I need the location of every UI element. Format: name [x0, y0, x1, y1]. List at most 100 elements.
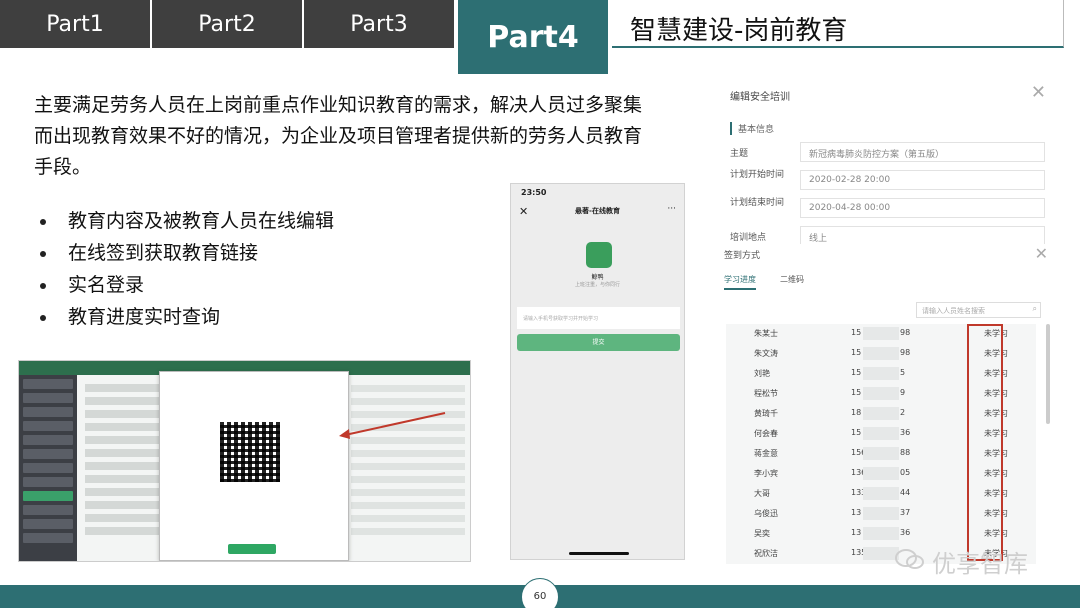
section-title: 基本信息: [730, 122, 774, 135]
masked-phone: [863, 467, 899, 480]
phone-suffix: 44: [900, 488, 911, 497]
phone-navbar: ✕ 悬著-在线教育 ···: [511, 202, 684, 224]
search-input[interactable]: 请输入人员姓名搜索 ⌕: [916, 302, 1041, 318]
phone-suffix: 2: [900, 408, 906, 417]
status-highlight-box: [967, 324, 1003, 561]
tab-part3[interactable]: Part3: [304, 0, 454, 48]
feature-item: 教育进度实时查询: [40, 301, 334, 333]
page-number: 60: [521, 578, 559, 608]
phone-title: 悬著-在线教育: [575, 207, 620, 215]
web-content-list: [81, 379, 171, 559]
search-icon[interactable]: ⌕: [1033, 304, 1037, 314]
submit-button[interactable]: 提交: [517, 334, 680, 351]
person-name: 吴奕: [754, 529, 770, 538]
masked-phone: [863, 527, 899, 540]
page-title: 智慧建设-岗前教育: [630, 16, 848, 46]
field-label: 计划开始时间: [730, 170, 785, 180]
arrow-icon: [339, 412, 446, 439]
phone-prefix: 15: [851, 428, 862, 437]
web-sidebar: [19, 375, 77, 561]
phone-prefix: 18: [851, 408, 862, 417]
person-name: 朱文涛: [754, 349, 778, 358]
masked-phone: [863, 547, 899, 560]
person-name: 何会春: [754, 429, 778, 438]
qr-code-modal: [159, 371, 349, 561]
person-name: 大哥: [754, 489, 770, 498]
more-icon[interactable]: ···: [667, 204, 676, 214]
web-platform-screenshot: [18, 360, 471, 562]
person-name: 乌俊迅: [754, 509, 778, 518]
phone-prefix: 15: [851, 348, 862, 357]
phone-number-input[interactable]: 请输入手机号获取学习并开始学习: [517, 307, 680, 329]
home-indicator: [569, 552, 629, 555]
masked-phone: [863, 367, 899, 380]
phone-suffix: 36: [900, 528, 911, 537]
phone-prefix: 13: [851, 528, 862, 537]
feature-text: 在线签到获取教育链接: [68, 242, 259, 264]
web-table: [349, 379, 467, 559]
wechat-icon: [895, 549, 924, 569]
tab-qrcode[interactable]: 二维码: [780, 274, 804, 285]
feature-item: 在线签到获取教育链接: [40, 237, 334, 269]
phone-suffix: 9: [900, 388, 906, 397]
tab-part2[interactable]: Part2: [152, 0, 302, 48]
tab-part1[interactable]: Part1: [0, 0, 150, 48]
close-icon[interactable]: ✕: [1031, 82, 1046, 103]
masked-phone: [863, 387, 899, 400]
app-subtitle: 上班注重，与你同行: [574, 282, 620, 288]
title-box: 智慧建设-岗前教育: [612, 0, 1064, 48]
person-name: 黄琦千: [754, 409, 778, 418]
bullet-icon: [40, 218, 46, 225]
tab-part4[interactable]: Part4: [458, 0, 608, 74]
person-name: 程松节: [754, 389, 778, 398]
location-field[interactable]: 线上: [800, 226, 1045, 246]
phone-suffix: 98: [900, 328, 911, 337]
masked-phone: [863, 507, 899, 520]
phone-prefix: 15: [851, 368, 862, 377]
scrollbar[interactable]: [1046, 324, 1050, 424]
phone-suffix: 36: [900, 428, 911, 437]
signin-panel: 签到方式 ✕ 学习进度 二维码 请输入人员姓名搜索 ⌕ 朱某士 15 98 未学…: [716, 244, 1054, 564]
phone-suffix: 88: [900, 448, 911, 457]
person-name: 蒋金意: [754, 449, 778, 458]
start-time-field[interactable]: 2020-02-28 20:00: [800, 170, 1045, 190]
part-tabs: Part1 Part2 Part3 Part4: [0, 0, 610, 74]
bullet-icon: [40, 314, 46, 321]
dialog-title: 编辑安全培训: [730, 92, 790, 103]
person-name: 李小宾: [754, 469, 778, 478]
masked-phone: [863, 327, 899, 340]
masked-phone: [863, 407, 899, 420]
phone-suffix: 5: [900, 368, 906, 377]
phone-time: 23:50: [521, 188, 547, 197]
phone-suffix: 98: [900, 348, 911, 357]
close-icon[interactable]: ✕: [1035, 244, 1048, 263]
app-logo-icon: [586, 242, 612, 268]
masked-phone: [863, 347, 899, 360]
signin-title: 签到方式: [724, 251, 761, 261]
watermark-text: 优享智库: [932, 550, 1028, 578]
field-label: 主题: [730, 149, 749, 159]
bullet-icon: [40, 250, 46, 257]
phone-suffix: 37: [900, 508, 911, 517]
phone-prefix: 15: [851, 388, 862, 397]
theme-field[interactable]: 新冠病毒肺炎防控方案（第五版）: [800, 142, 1045, 162]
field-label: 培训地点: [730, 233, 767, 243]
modal-confirm-button[interactable]: [228, 544, 276, 554]
masked-phone: [863, 427, 899, 440]
phone-suffix: 05: [900, 468, 911, 477]
person-name: 朱某士: [754, 329, 778, 338]
app-name: 鲸鸭: [591, 274, 604, 281]
feature-text: 教育进度实时查询: [68, 306, 221, 328]
edit-training-dialog: 编辑安全培训 ✕ 基本信息 主题 新冠病毒肺炎防控方案（第五版） 计划开始时间 …: [716, 78, 1054, 248]
bullet-icon: [40, 282, 46, 289]
feature-text: 教育内容及被教育人员在线编辑: [68, 210, 335, 232]
search-placeholder: 请输入人员姓名搜索: [922, 307, 985, 315]
phone-prefix: 13: [851, 508, 862, 517]
masked-phone: [863, 447, 899, 460]
feature-item: 实名登录: [40, 269, 334, 301]
end-time-field[interactable]: 2020-04-28 00:00: [800, 198, 1045, 218]
tab-progress[interactable]: 学习进度: [724, 274, 756, 290]
feature-list: 教育内容及被教育人员在线编辑 在线签到获取教育链接 实名登录 教育进度实时查询: [40, 205, 334, 333]
qr-code-icon: [220, 422, 280, 482]
person-name: 刘艳: [754, 369, 770, 378]
